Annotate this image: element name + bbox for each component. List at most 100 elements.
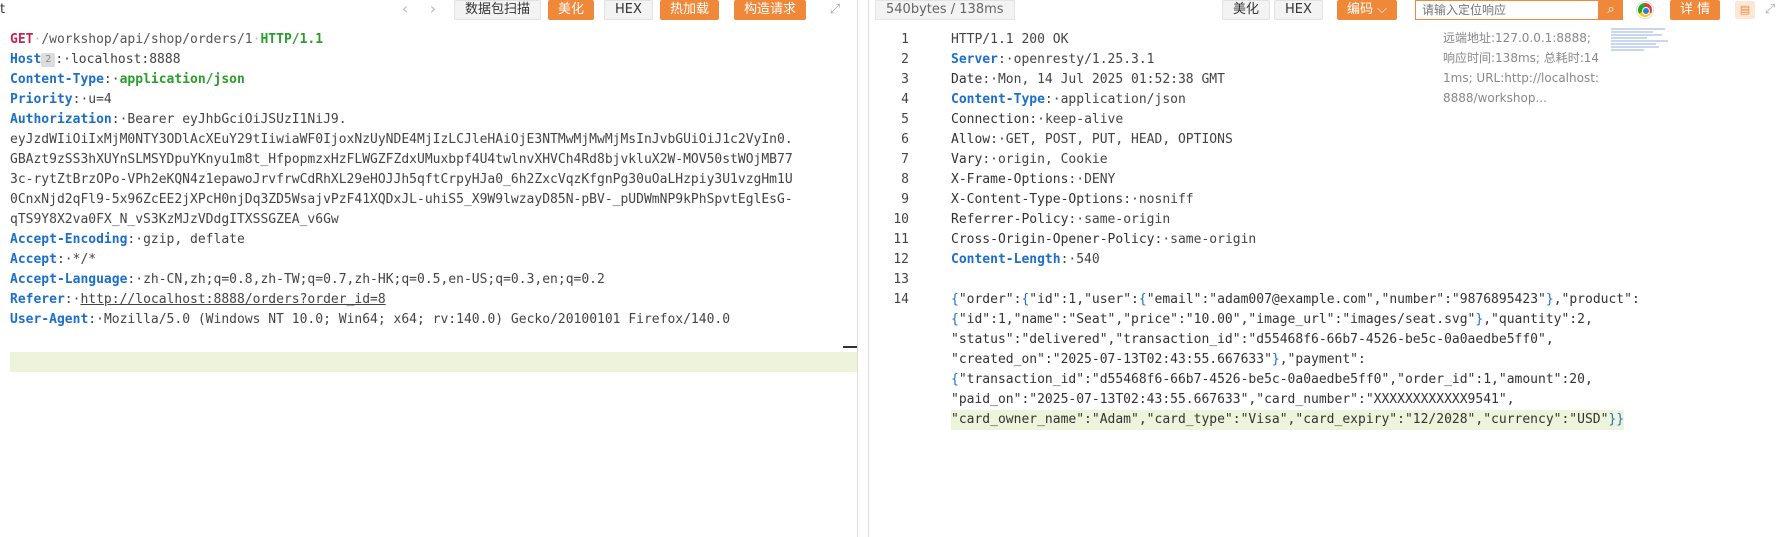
response-line-wrap: "created_on":"2025-07-13T02:43:55.667633… [869, 350, 1489, 370]
build-request-button[interactable]: 构造请求 [734, 0, 807, 20]
header-key: Content-Type [951, 92, 1045, 107]
header-separator: :· [56, 252, 73, 267]
header-separator: :· [982, 72, 998, 87]
request-protocol: HTTP/1.1 [260, 32, 324, 47]
chrome-browser-icon[interactable] [1637, 2, 1653, 18]
request-method: GET [10, 32, 34, 47]
header-value: same-origin [1170, 232, 1257, 247]
line-text: Cross-Origin-Opener-Policy:·same-origin [951, 230, 1256, 250]
hot-load-button[interactable]: 热加载 [660, 0, 720, 20]
response-line-wrap: {"transaction_id":"d55468f6-66b7-4526-be… [869, 370, 1593, 390]
line-text: Vary:·origin, Cookie [951, 150, 1108, 170]
header-key: Connection [951, 112, 1030, 127]
line-text: {"id":1,"name":"Seat","price":"10.00","i… [951, 310, 1593, 330]
request-path: /workshop/api/shop/orders/1 [41, 32, 253, 47]
response-line: 10 Referrer-Policy:·same-origin [869, 210, 1489, 230]
line-number: 4 [901, 92, 909, 107]
header-separator: :· [1060, 252, 1077, 267]
scrollbar-marker[interactable] [843, 346, 857, 348]
line-text: Server:·openresty/1.25.3.1 [951, 50, 1155, 70]
beautify-button[interactable]: 美化 [548, 0, 595, 20]
line-number: 14 [893, 292, 909, 307]
json-text: "paid_on":"2025-07-13T02:43:55.667633","… [951, 392, 1515, 407]
comment-icon[interactable]: ▤ [1735, 1, 1755, 19]
header-value: gzip, deflate [143, 232, 245, 247]
expand-icon[interactable]: ⤢ [1761, 1, 1779, 19]
header-separator: :· [64, 292, 81, 307]
header-key: Cross-Origin-Opener-Policy [951, 232, 1155, 247]
json-text: "card_owner_name":"Adam","card_type":"Vi… [951, 412, 1609, 427]
line-text: Date:·Mon, 14 Jul 2025 01:52:38 GMT [951, 70, 1225, 90]
header-value: Bearer eyJhbGciOiJSUzI1NiJ9. [127, 112, 347, 127]
header-value: 540 [1076, 252, 1100, 267]
status-line: HTTP/1.1 200 OK [951, 32, 1069, 47]
header-key: Accept [10, 252, 57, 267]
expand-icon[interactable]: ⤢ [826, 1, 844, 19]
line-number: 2 [901, 52, 909, 67]
referer-link[interactable]: http://localhost:8888/orders?order_id=8 [80, 292, 385, 307]
json-text: "created_on":"2025-07-13T02:43:55.667633… [951, 352, 1272, 367]
header-separator: :· [982, 152, 998, 167]
header-key: Server [951, 52, 998, 67]
host-count-badge[interactable]: 2 [41, 53, 56, 67]
response-line: 1 HTTP/1.1 200 OK [869, 30, 1489, 50]
response-line: 2 Server:·openresty/1.25.3.1 [869, 50, 1489, 70]
request-line: GET·/workshop/api/shop/orders/1·HTTP/1.1 [10, 32, 324, 47]
header-line: User-Agent:·Mozilla/5.0 (Windows NT 10.0… [10, 310, 856, 330]
header-separator: :· [1123, 192, 1139, 207]
line-text: Referrer-Policy:·same-origin [951, 210, 1170, 230]
search-icon[interactable]: ⌕ [1599, 0, 1623, 20]
json-text: "status":"delivered","transaction_id":"d… [951, 332, 1554, 347]
header-value: */* [72, 252, 97, 267]
header-line-host: Host 2:·localhost:8888 [10, 52, 181, 67]
line-number: 3 [901, 72, 909, 87]
line-number: 7 [901, 152, 909, 167]
response-line: 11 Cross-Origin-Opener-Policy:·same-origi… [869, 230, 1489, 250]
response-line-wrap: "paid_on":"2025-07-13T02:43:55.667633","… [869, 390, 1515, 410]
header-key: X-Content-Type-Options [951, 192, 1124, 207]
line-number: 12 [893, 252, 909, 267]
line-text: {"order":{"id":1,"user":{"email":"adam00… [951, 290, 1640, 310]
line-number: 5 [901, 112, 909, 127]
header-value: Mon, 14 Jul 2025 01:52:38 GMT [997, 72, 1225, 87]
chevron-right-icon[interactable]: › [424, 0, 442, 20]
json-text: "order": [958, 292, 1022, 307]
header-line: Authorization:·Bearer eyJhbGciOiJSUzI1Ni… [10, 110, 856, 130]
header-key: Host [10, 52, 42, 67]
line-text: Allow:·GET, POST, PUT, HEAD, OPTIONS [951, 130, 1233, 150]
header-separator: :· [1029, 112, 1045, 127]
header-key: Referer [10, 292, 65, 307]
json-brace: } [1271, 352, 1280, 367]
json-brace: { [1138, 292, 1147, 307]
request-editor[interactable]: GET·/workshop/api/shop/orders/1·HTTP/1.1… [10, 30, 856, 330]
response-hex-button[interactable]: HEX [1274, 0, 1323, 20]
line-text: "created_on":"2025-07-13T02:43:55.667633… [951, 350, 1366, 370]
line-number: 8 [901, 172, 909, 187]
response-editor[interactable]: 1 HTTP/1.1 200 OK 2 Server:·openresty/1.25.… [869, 30, 1640, 430]
response-size-label: 540bytes / 138ms [875, 0, 1015, 20]
header-separator: :· [111, 112, 128, 127]
header-separator: :· [1154, 232, 1171, 247]
encoding-label: 编码 [1347, 2, 1374, 17]
line-number: 13 [893, 272, 909, 287]
response-line: 9 X-Content-Type-Options:·nosniff [869, 190, 1489, 210]
line-number: 11 [893, 232, 909, 247]
line-text: "status":"delivered","transaction_id":"d… [951, 330, 1554, 350]
header-key: Content-Length [951, 252, 1061, 267]
line-text: Content-Type:·application/json [951, 90, 1186, 110]
response-beautify-button[interactable]: 美化 [1222, 0, 1271, 20]
locate-response-input[interactable] [1415, 0, 1599, 20]
details-button[interactable]: 详 情 [1670, 0, 1721, 20]
encoding-dropdown[interactable]: 编码 ⌵ [1337, 0, 1398, 20]
header-value: application/json [1060, 92, 1186, 107]
json-brace: { [951, 292, 959, 307]
packet-scan-button[interactable]: 数据包扫描 [454, 0, 542, 20]
json-text: "id":1,"user": [1029, 292, 1139, 307]
current-line-highlight [10, 352, 857, 372]
response-line-wrap: {"id":1,"name":"Seat","price":"10.00","i… [869, 310, 1593, 330]
hex-button[interactable]: HEX [604, 0, 653, 20]
editor-minimap[interactable] [1611, 28, 1671, 68]
token-line: qTS9Y8X2va0FX_N_vS3KzMJzVDdgITXSSGZEA_v6… [10, 212, 339, 227]
chevron-left-icon[interactable]: ‹ [396, 0, 414, 20]
line-number: 1 [901, 32, 909, 47]
